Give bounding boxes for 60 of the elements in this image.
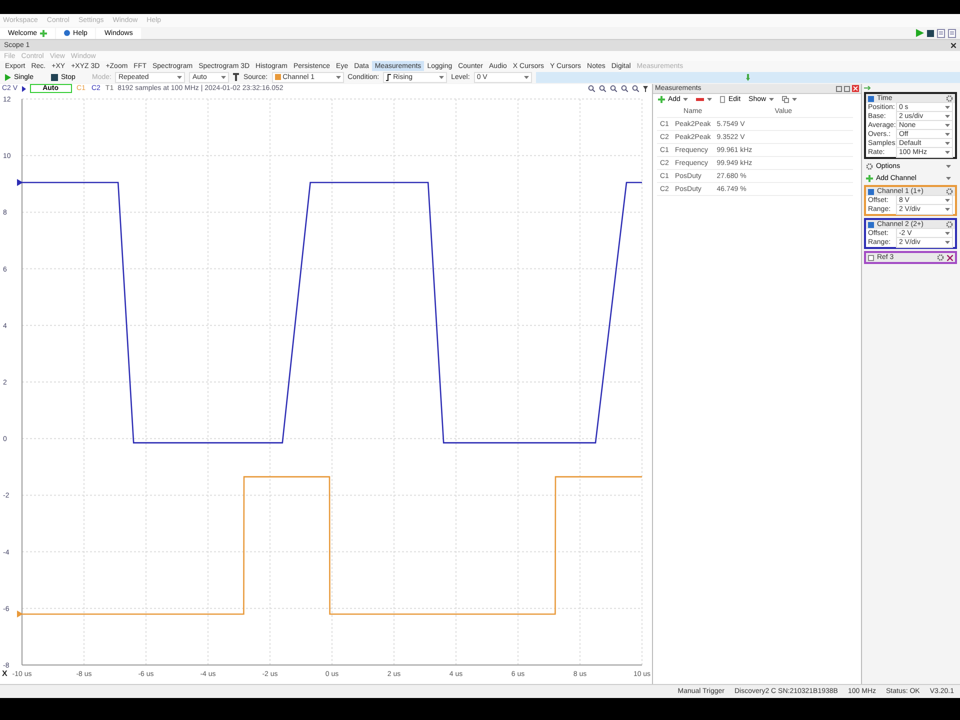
plus-icon bbox=[40, 30, 48, 36]
filter-icon[interactable] bbox=[643, 86, 648, 92]
checkbox[interactable] bbox=[868, 222, 874, 228]
caret-icon bbox=[944, 232, 950, 235]
gear-icon[interactable] bbox=[936, 254, 944, 261]
arrow-icon[interactable] bbox=[864, 86, 871, 90]
maximize-icon[interactable] bbox=[844, 86, 850, 92]
stop-icon bbox=[51, 74, 58, 80]
channel-marker-icon[interactable] bbox=[17, 178, 23, 186]
trigger-icon bbox=[233, 73, 240, 81]
caret-icon bbox=[946, 164, 951, 168]
checkbox[interactable] bbox=[868, 254, 874, 260]
stop-icon[interactable] bbox=[927, 30, 934, 36]
caret-icon bbox=[946, 176, 951, 180]
caret-icon bbox=[792, 98, 798, 101]
caret-icon bbox=[336, 76, 341, 78]
checkbox[interactable] bbox=[868, 96, 874, 102]
zoom-icon[interactable] bbox=[610, 85, 617, 92]
document-icon[interactable] bbox=[948, 28, 956, 38]
zoom-icon[interactable] bbox=[632, 85, 639, 92]
zoom-icon[interactable] bbox=[621, 85, 628, 92]
caret-icon bbox=[944, 199, 950, 202]
x-axis-label: X bbox=[2, 669, 8, 678]
caret-icon bbox=[944, 115, 950, 118]
document-icon bbox=[720, 96, 726, 103]
restore-icon[interactable] bbox=[836, 86, 842, 92]
caret-icon bbox=[944, 133, 950, 136]
caret-icon bbox=[707, 98, 712, 101]
caret-icon bbox=[769, 98, 774, 101]
channel-color-icon bbox=[274, 74, 281, 80]
gear-icon[interactable] bbox=[946, 188, 953, 195]
caret-icon bbox=[944, 142, 950, 145]
caret-icon bbox=[177, 76, 182, 78]
copy-icon bbox=[782, 96, 790, 103]
gear-icon[interactable] bbox=[946, 95, 953, 102]
plus-icon bbox=[658, 96, 665, 103]
caret-icon bbox=[944, 106, 950, 109]
play-icon bbox=[5, 74, 11, 80]
caret-icon bbox=[944, 124, 950, 127]
caret-icon bbox=[439, 76, 444, 78]
caret-icon bbox=[944, 208, 950, 211]
caret-right-icon[interactable] bbox=[22, 86, 26, 92]
channel-marker-icon[interactable] bbox=[17, 610, 23, 618]
minus-icon bbox=[696, 98, 704, 101]
gear-icon bbox=[866, 162, 873, 170]
checkbox[interactable] bbox=[868, 188, 874, 194]
caret-icon bbox=[944, 151, 950, 154]
play-icon[interactable] bbox=[916, 29, 924, 37]
gear-icon[interactable] bbox=[946, 221, 953, 228]
caret-icon bbox=[944, 241, 950, 244]
close-icon[interactable] bbox=[946, 254, 953, 260]
caret-icon bbox=[221, 76, 226, 78]
caret-icon bbox=[683, 98, 688, 101]
down-arrow-icon bbox=[746, 74, 750, 80]
zoom-icon[interactable] bbox=[588, 85, 595, 92]
rising-edge-icon bbox=[386, 74, 392, 80]
plus-icon bbox=[866, 174, 873, 182]
caret-icon bbox=[524, 76, 529, 78]
close-icon[interactable] bbox=[951, 43, 956, 48]
zoom-icon[interactable] bbox=[599, 85, 606, 92]
